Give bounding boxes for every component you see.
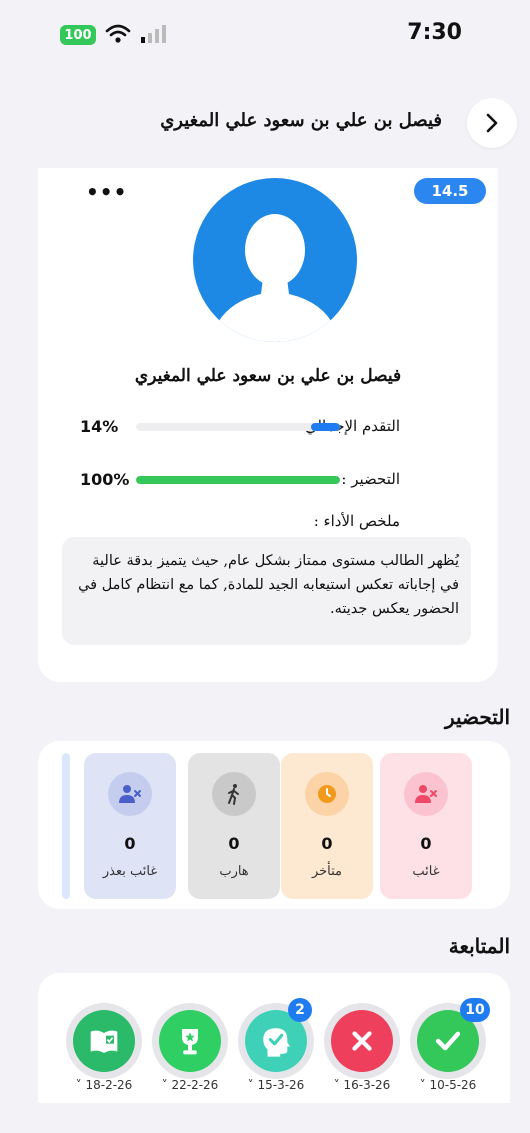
followup-date-dropdown[interactable]: ˅ 15-3-26 — [233, 1078, 319, 1092]
summary-label: ملخص الأداء : — [313, 512, 400, 530]
attendance-count: 0 — [321, 834, 333, 853]
score-badge: 14.5 — [414, 178, 486, 204]
wifi-icon — [105, 24, 131, 43]
chevron-right-icon — [486, 113, 498, 133]
clock-icon — [305, 772, 349, 816]
attendance-section-title: التحضير — [444, 705, 510, 729]
overall-progress-value: 14% — [80, 417, 119, 436]
attendance-label: غائب بعذر — [102, 864, 158, 879]
attendance-scroll-indicator — [62, 753, 70, 899]
followup-date-dropdown[interactable]: ˅ 16-3-26 — [319, 1078, 405, 1092]
preparation-fill — [136, 476, 340, 484]
attendance-label: متأخر — [311, 864, 343, 879]
attendance-count: 0 — [420, 834, 432, 853]
student-name: فيصل بن علي بن سعود علي المغيري — [134, 366, 402, 386]
overall-progress-fill — [311, 423, 340, 431]
status-time: 7:30 — [407, 20, 462, 45]
user-x-icon — [404, 772, 448, 816]
followup-section-title: المتابعة — [448, 934, 510, 958]
x-icon — [331, 1010, 393, 1072]
followup-item[interactable] — [152, 1003, 228, 1079]
preparation-label: التحضير : — [341, 470, 400, 488]
attendance-count: 0 — [124, 834, 136, 853]
avatar — [193, 178, 357, 342]
notification-badge: 2 — [288, 998, 312, 1022]
followup-date-dropdown[interactable]: ˅ 22-2-26 — [147, 1078, 233, 1092]
followup-item[interactable] — [324, 1003, 400, 1079]
walking-icon — [212, 772, 256, 816]
attendance-label: هارب — [219, 864, 249, 879]
trophy-icon — [159, 1010, 221, 1072]
user-silhouette-icon — [215, 214, 335, 342]
page-title: فيصل بن علي بن سعود علي المغيري — [160, 110, 442, 131]
battery-indicator: 100 — [60, 25, 96, 45]
overall-progress-bar — [136, 423, 340, 431]
preparation-value: 100% — [80, 470, 130, 489]
book-icon — [73, 1010, 135, 1072]
performance-summary: يُظهر الطالب مستوى ممتاز بشكل عام, حيث ي… — [62, 537, 471, 645]
preparation-bar — [136, 476, 340, 484]
followup-date-dropdown[interactable]: ˅ 18-2-26 — [61, 1078, 147, 1092]
attendance-count: 0 — [228, 834, 240, 853]
user-x-icon — [108, 772, 152, 816]
followup-item[interactable] — [66, 1003, 142, 1079]
followup-date-dropdown[interactable]: ˅ 10-5-26 — [405, 1078, 491, 1092]
notification-badge: 10 — [460, 998, 490, 1022]
signal-icon — [141, 25, 166, 43]
back-button[interactable] — [467, 98, 517, 148]
more-options-button[interactable]: ••• — [86, 180, 127, 204]
attendance-label: غائب — [412, 864, 440, 879]
